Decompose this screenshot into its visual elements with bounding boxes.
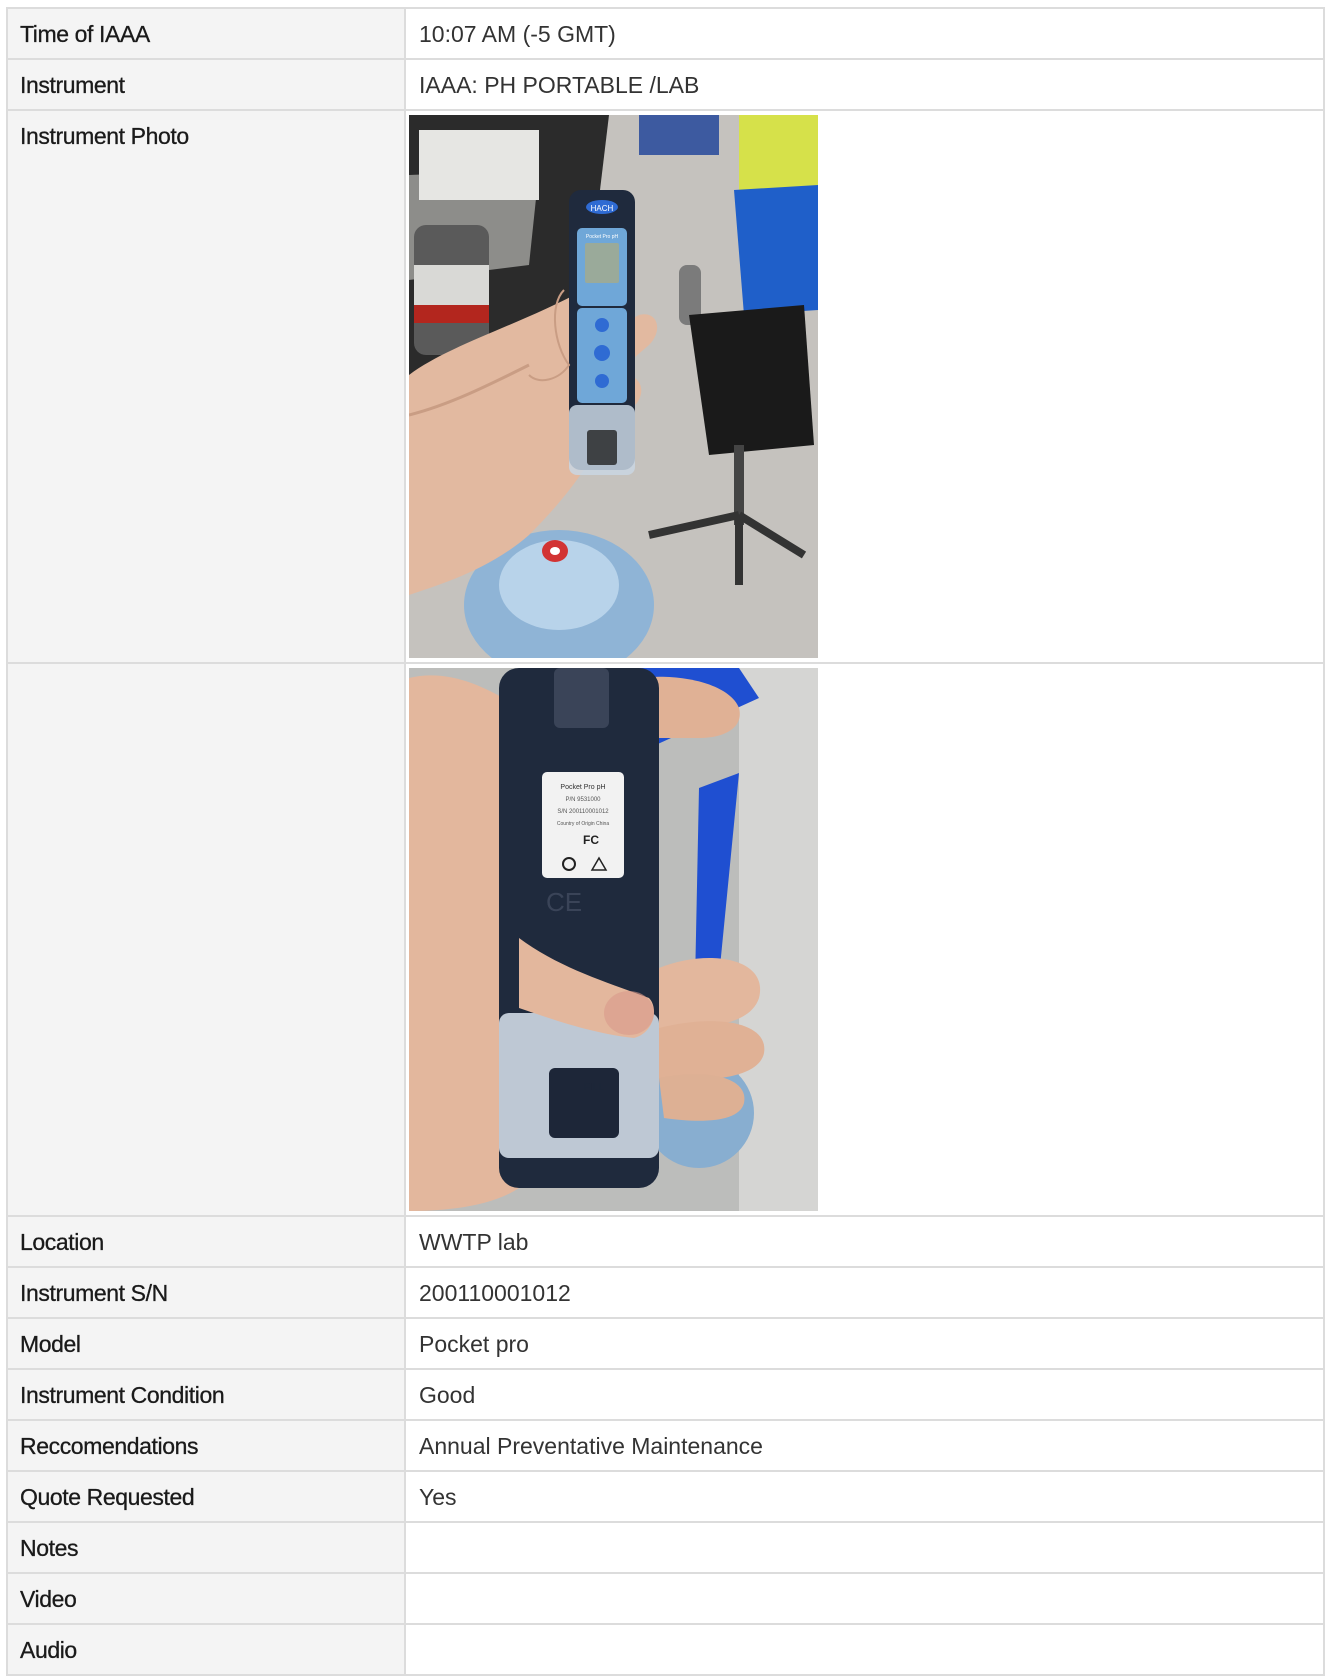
model-label: Model	[20, 1331, 81, 1357]
row-instrument: Instrument IAAA: PH PORTABLE /LAB	[6, 58, 1325, 111]
serial-label: Instrument S/N	[20, 1280, 168, 1306]
label-line-3: S/N 200110001012	[557, 809, 609, 815]
brand-logo-text: HACH	[591, 204, 614, 213]
label-line-1: Pocket Pro pH	[560, 784, 605, 791]
row-video: Video	[6, 1572, 1325, 1625]
quote-value: Yes	[419, 1484, 457, 1510]
instrument-photo-label: Instrument Photo	[20, 123, 189, 149]
label-cell: Reccomendations	[6, 1419, 406, 1472]
notes-value	[406, 1523, 1323, 1534]
label-cell: Instrument Condition	[6, 1368, 406, 1421]
fc-mark: FC	[583, 833, 599, 847]
label-cell: Model	[6, 1317, 406, 1370]
recommendations-value: Annual Preventative Maintenance	[419, 1433, 763, 1459]
audio-label: Audio	[20, 1637, 78, 1663]
label-cell: Instrument	[6, 58, 406, 111]
video-value	[406, 1574, 1323, 1585]
row-instrument-photo: Instrument Photo HACH Pocket Pro pH	[6, 109, 1325, 664]
calibrate-icon	[594, 345, 610, 361]
value-cell	[404, 1572, 1325, 1625]
label-cell: Instrument S/N	[6, 1266, 406, 1319]
time-value: 10:07 AM (-5 GMT)	[419, 21, 616, 47]
value-cell: IAAA: PH PORTABLE /LAB	[404, 58, 1325, 111]
value-cell	[404, 1623, 1325, 1676]
label-cell: Instrument Photo	[6, 109, 406, 664]
condition-label: Instrument Condition	[20, 1382, 225, 1408]
quote-label: Quote Requested	[20, 1484, 195, 1510]
device-model-text: Pocket Pro pH	[586, 234, 619, 240]
photo-front-image: HACH Pocket Pro pH	[409, 115, 818, 658]
value-cell: Good	[404, 1368, 1325, 1421]
label-cell: Time of IAAA	[6, 7, 406, 60]
value-cell: 10:07 AM (-5 GMT)	[404, 7, 1325, 60]
instrument-photo-back[interactable]: FILL Pocket Pro pH P/N 9531000 S/N 20011…	[409, 668, 818, 1211]
location-label: Location	[20, 1229, 104, 1255]
label-cell: Location	[6, 1215, 406, 1268]
location-value: WWTP lab	[419, 1229, 529, 1255]
label-cell: Quote Requested	[6, 1470, 406, 1523]
row-recommendations: Reccomendations Annual Preventative Main…	[6, 1419, 1325, 1472]
power-icon	[595, 374, 609, 388]
label-cell: Audio	[6, 1623, 406, 1676]
ce-mark: CE	[546, 887, 582, 917]
model-value: Pocket pro	[419, 1331, 529, 1357]
label-line-2: P/N 9531000	[565, 797, 601, 803]
row-serial: Instrument S/N 200110001012	[6, 1266, 1325, 1319]
notes-label: Notes	[20, 1535, 79, 1561]
audio-value	[406, 1625, 1323, 1636]
recommendations-label: Reccomendations	[20, 1433, 199, 1459]
value-cell: WWTP lab	[404, 1215, 1325, 1268]
label-line-4: Country of Origin China	[557, 821, 609, 827]
value-cell: Annual Preventative Maintenance	[404, 1419, 1325, 1472]
lock-icon	[595, 318, 609, 332]
value-cell: FILL Pocket Pro pH P/N 9531000 S/N 20011…	[404, 662, 1325, 1217]
video-label: Video	[20, 1586, 77, 1612]
row-time: Time of IAAA 10:07 AM (-5 GMT)	[6, 7, 1325, 60]
row-condition: Instrument Condition Good	[6, 1368, 1325, 1421]
photo-back-image: FILL Pocket Pro pH P/N 9531000 S/N 20011…	[409, 668, 818, 1211]
instrument-photo-front[interactable]: HACH Pocket Pro pH	[409, 115, 818, 658]
instrument-value: IAAA: PH PORTABLE /LAB	[419, 72, 700, 98]
time-label: Time of IAAA	[20, 21, 151, 47]
label-cell: Video	[6, 1572, 406, 1625]
row-location: Location WWTP lab	[6, 1215, 1325, 1268]
row-model: Model Pocket pro	[6, 1317, 1325, 1370]
row-quote: Quote Requested Yes	[6, 1470, 1325, 1523]
value-cell: HACH Pocket Pro pH	[404, 109, 1325, 664]
value-cell: 200110001012	[404, 1266, 1325, 1319]
inspection-report-table: Time of IAAA 10:07 AM (-5 GMT) Instrumen…	[6, 7, 1325, 1676]
row-audio: Audio	[6, 1623, 1325, 1676]
serial-value: 200110001012	[419, 1280, 571, 1306]
fill-text: FILL	[584, 1082, 604, 1093]
label-cell: Notes	[6, 1521, 406, 1574]
instrument-label: Instrument	[20, 72, 125, 98]
value-cell	[404, 1521, 1325, 1574]
value-cell: Yes	[404, 1470, 1325, 1523]
condition-value: Good	[419, 1382, 476, 1408]
instrument-photo-2-label	[8, 664, 404, 675]
label-cell	[6, 662, 406, 1217]
row-notes: Notes	[6, 1521, 1325, 1574]
row-instrument-photo-2: FILL Pocket Pro pH P/N 9531000 S/N 20011…	[6, 662, 1325, 1217]
value-cell: Pocket pro	[404, 1317, 1325, 1370]
